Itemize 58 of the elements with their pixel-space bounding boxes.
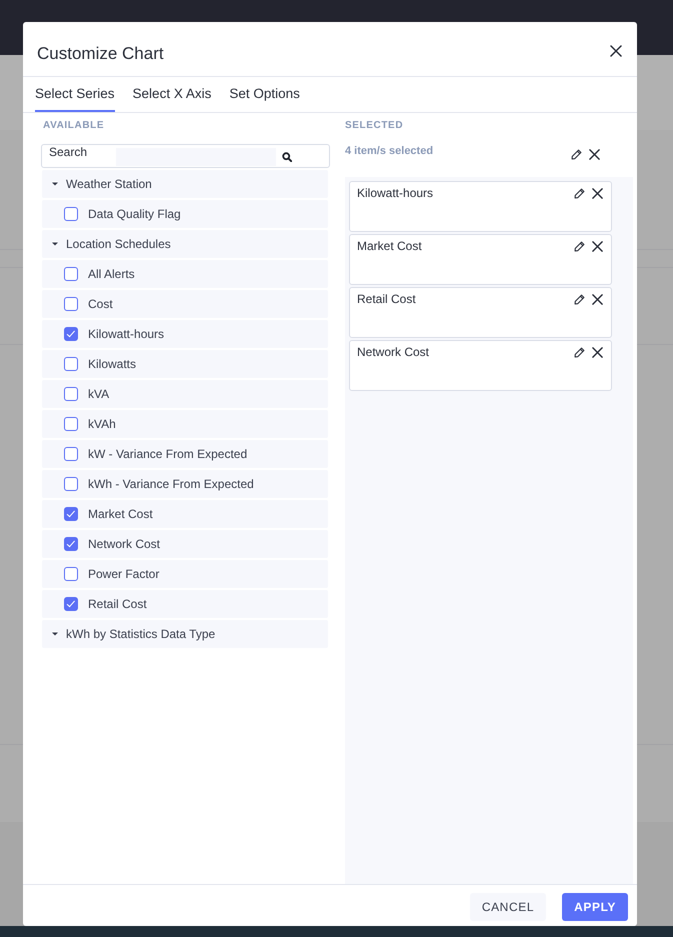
checkbox[interactable] [64, 207, 78, 221]
pencil-icon[interactable] [574, 294, 585, 305]
tab[interactable]: Select Series [35, 77, 115, 112]
series-option[interactable]: Kilowatts [42, 350, 328, 378]
search-input[interactable] [116, 148, 276, 166]
series-option[interactable]: kW - Variance From Expected [42, 440, 328, 468]
checkbox[interactable] [64, 417, 78, 431]
tab[interactable]: Select X Axis [132, 77, 212, 112]
checkbox[interactable] [64, 477, 78, 491]
selected-count: 4 item/s selected [345, 145, 434, 157]
close-icon[interactable] [592, 294, 603, 305]
pencil-icon[interactable] [574, 347, 585, 358]
series-option[interactable]: Cost [42, 290, 328, 318]
pencil-icon[interactable] [574, 241, 585, 252]
close-icon[interactable] [592, 347, 603, 358]
caret-icon[interactable] [52, 242, 58, 246]
series-option[interactable]: Market Cost [42, 500, 328, 528]
series-option[interactable]: Network Cost [42, 530, 328, 558]
series-option[interactable]: All Alerts [42, 260, 328, 288]
caret-icon[interactable] [52, 182, 58, 186]
search-label: Search [49, 145, 88, 159]
checkbox[interactable] [64, 327, 78, 341]
checkbox[interactable] [64, 267, 78, 281]
close-icon[interactable] [589, 148, 600, 160]
checkbox[interactable] [64, 297, 78, 311]
series-option[interactable]: Data Quality Flag [42, 200, 328, 228]
series-option[interactable]: Kilowatt-hours [42, 320, 328, 348]
series-name: Market Cost [357, 239, 422, 253]
group-row[interactable]: kWh by Statistics Data Type [42, 620, 328, 648]
section-heading: SELECTED [345, 119, 404, 133]
series-name: Network Cost [357, 345, 430, 359]
checkbox[interactable] [64, 507, 78, 521]
close-icon[interactable] [592, 188, 603, 199]
series-option[interactable]: Power Factor [42, 560, 328, 588]
series-option[interactable]: kVA [42, 380, 328, 408]
apply-button[interactable]: APPLY [562, 893, 628, 921]
caret-icon[interactable] [52, 632, 58, 636]
cancel-button[interactable]: CANCEL [470, 893, 546, 921]
group-row[interactable]: Weather Station [42, 170, 328, 198]
checkbox[interactable] [64, 387, 78, 401]
series-option[interactable]: kWh - Variance From Expected [42, 470, 328, 498]
checkbox[interactable] [64, 357, 78, 371]
tab[interactable]: Set Options [229, 77, 300, 112]
dialog-title: Customize Chart [37, 44, 164, 64]
series-option[interactable]: Retail Cost [42, 590, 328, 618]
checkbox[interactable] [64, 447, 78, 461]
pencil-icon[interactable] [574, 188, 585, 199]
pencil-icon[interactable] [571, 148, 582, 160]
series-name: Retail Cost [357, 292, 416, 306]
section-heading: AVAILABLE [42, 119, 104, 133]
checkbox[interactable] [64, 567, 78, 581]
close-icon[interactable] [592, 241, 603, 252]
search-icon[interactable] [282, 152, 292, 162]
checkbox[interactable] [64, 537, 78, 551]
group-row[interactable]: Location Schedules [42, 230, 328, 258]
series-option[interactable]: kVAh [42, 410, 328, 438]
checkbox[interactable] [64, 597, 78, 611]
series-name: Kilowatt-hours [357, 186, 434, 200]
